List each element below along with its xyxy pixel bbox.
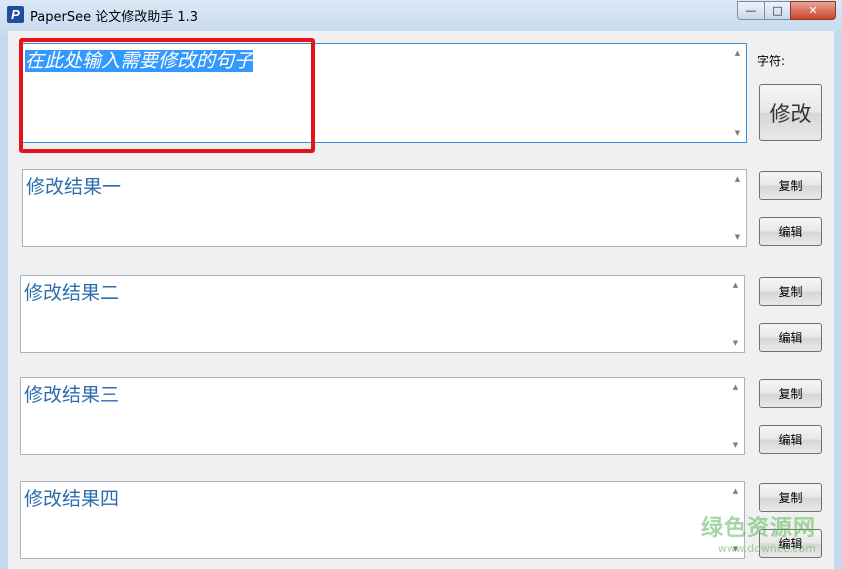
result-scrollbar[interactable]: ▲ ▼ bbox=[727, 378, 744, 454]
result-box-1[interactable]: 修改结果一 ▲ ▼ bbox=[22, 169, 747, 247]
app-window: P PaperSee 论文修改助手 1.3 — □ ✕ 在此处输入需要修改的句子… bbox=[0, 0, 842, 569]
maximize-button[interactable]: □ bbox=[764, 1, 790, 20]
window-title: PaperSee 论文修改助手 1.3 bbox=[30, 10, 199, 25]
close-icon: ✕ bbox=[808, 4, 818, 17]
copy-button-2[interactable]: 复制 bbox=[759, 277, 822, 306]
copy-button-3[interactable]: 复制 bbox=[759, 379, 822, 408]
scroll-down-icon[interactable]: ▼ bbox=[727, 336, 744, 350]
result-box-4[interactable]: 修改结果四 ▲ ▼ bbox=[20, 481, 745, 559]
edit-button-2[interactable]: 编辑 bbox=[759, 323, 822, 352]
copy-button-1[interactable]: 复制 bbox=[759, 171, 822, 200]
input-scrollbar[interactable]: ▲ ▼ bbox=[729, 44, 746, 142]
title-bar[interactable]: P PaperSee 论文修改助手 1.3 — □ ✕ bbox=[0, 0, 842, 30]
caption-buttons: — □ ✕ bbox=[737, 1, 836, 20]
scroll-down-icon[interactable]: ▼ bbox=[729, 126, 746, 140]
result-scrollbar[interactable]: ▲ ▼ bbox=[727, 276, 744, 352]
modify-button[interactable]: 修改 bbox=[759, 84, 822, 141]
scroll-down-icon[interactable]: ▼ bbox=[729, 230, 746, 244]
char-count-label: 字符: bbox=[757, 54, 786, 68]
result-box-2[interactable]: 修改结果二 ▲ ▼ bbox=[20, 275, 745, 353]
watermark: 绿色资源网 www.downcc.com bbox=[701, 510, 816, 555]
minimize-button[interactable]: — bbox=[737, 1, 764, 20]
client-area: 在此处输入需要修改的句子 ▲ ▼ 字符: 修改 修改结果一 ▲ ▼ 复制 编辑 … bbox=[8, 31, 834, 569]
scroll-up-icon[interactable]: ▲ bbox=[729, 172, 746, 186]
edit-button-3[interactable]: 编辑 bbox=[759, 425, 822, 454]
edit-button-1[interactable]: 编辑 bbox=[759, 217, 822, 246]
minimize-icon: — bbox=[745, 4, 757, 17]
close-button[interactable]: ✕ bbox=[790, 1, 836, 20]
watermark-title: 绿色资源网 bbox=[700, 516, 816, 541]
input-highlight-box bbox=[19, 38, 315, 153]
watermark-url: www.downcc.com bbox=[717, 542, 816, 555]
scroll-down-icon[interactable]: ▼ bbox=[727, 438, 744, 452]
result-scrollbar[interactable]: ▲ ▼ bbox=[729, 170, 746, 246]
app-logo-icon: P bbox=[7, 6, 24, 23]
scroll-up-icon[interactable]: ▲ bbox=[727, 484, 744, 498]
scroll-up-icon[interactable]: ▲ bbox=[727, 278, 744, 292]
result-text: 修改结果四 bbox=[24, 488, 120, 510]
result-box-3[interactable]: 修改结果三 ▲ ▼ bbox=[20, 377, 745, 455]
result-text: 修改结果三 bbox=[24, 384, 120, 406]
scroll-up-icon[interactable]: ▲ bbox=[729, 46, 746, 60]
scroll-up-icon[interactable]: ▲ bbox=[727, 380, 744, 394]
copy-button-4[interactable]: 复制 bbox=[759, 483, 822, 512]
maximize-icon: □ bbox=[772, 4, 783, 17]
result-text: 修改结果二 bbox=[24, 282, 120, 304]
result-text: 修改结果一 bbox=[26, 176, 122, 198]
